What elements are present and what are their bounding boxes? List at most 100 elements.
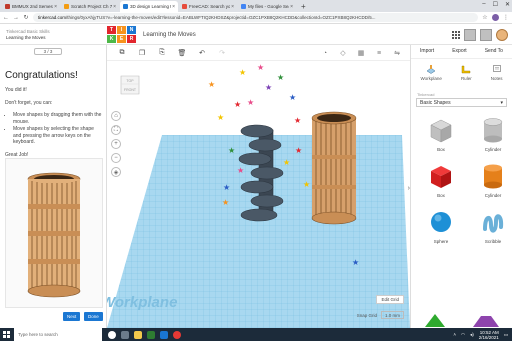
workplane-tool[interactable]: Workplane	[421, 64, 442, 89]
browser-tab[interactable]: Scratch Project Ch 7 Blueprint ×	[61, 1, 119, 12]
cortana-icon[interactable]	[108, 330, 116, 339]
close-window-icon[interactable]: ✕	[505, 1, 510, 8]
star-icon[interactable]: ☆	[482, 14, 488, 21]
shape-box[interactable]: Box	[421, 161, 461, 203]
volume-icon[interactable]: ◂)	[470, 332, 474, 338]
done-button[interactable]: Done	[84, 312, 103, 321]
import-button[interactable]: Import	[420, 48, 434, 58]
tab-close-icon[interactable]: ×	[290, 4, 293, 10]
new-tab-button[interactable]: +	[297, 2, 310, 11]
zoom-in-icon[interactable]: +	[111, 139, 121, 149]
file-explorer-icon[interactable]	[134, 330, 142, 339]
tray-chevron-icon[interactable]: ˄	[453, 332, 456, 337]
fit-view-icon[interactable]: ⛶	[111, 125, 121, 135]
shape-outline-icon[interactable]: ◇	[336, 47, 350, 59]
back-icon[interactable]: ←	[3, 15, 9, 21]
browser-tab[interactable]: FreeCAD: Search your portfolio×	[179, 1, 237, 12]
paste-icon[interactable]: ❐	[135, 47, 149, 59]
ruler-tool[interactable]: Ruler	[461, 64, 472, 89]
tinkercad-logo[interactable]: TIN KER	[107, 26, 136, 43]
snap-grid-select[interactable]: 1.0 mm	[380, 311, 404, 319]
tab-favicon-icon	[182, 4, 187, 9]
lesson-bullets: Move shapes by dragging them with the mo…	[13, 112, 103, 146]
viewcube-front-label: FRONT	[124, 88, 137, 92]
clock[interactable]: 10:52 AM 2/16/2021	[479, 330, 499, 340]
align-icon[interactable]: ≡	[372, 47, 386, 59]
browser-tab[interactable]: BMMUX 2nd Semester Digital Ill×	[2, 1, 60, 12]
logo-tile: E	[117, 35, 126, 43]
gallery-icon[interactable]	[464, 29, 476, 41]
store-icon[interactable]	[147, 330, 155, 339]
tab-favicon-icon	[123, 4, 128, 9]
profile-avatar[interactable]	[492, 14, 499, 21]
url-input[interactable]: tinkercad.com/things/0yxAhjyTUS?v=-learn…	[33, 13, 478, 22]
ortho-view-icon[interactable]: ◈	[111, 167, 121, 177]
box-icon	[431, 166, 451, 188]
user-avatar[interactable]	[496, 29, 508, 41]
shape-label: Cylinder	[484, 147, 502, 152]
browser-tab[interactable]: 3D design Learning the Moves |×	[120, 1, 178, 12]
apps-grid-icon[interactable]	[452, 31, 460, 39]
tab-close-icon[interactable]: ×	[113, 4, 116, 10]
cylinder-icon	[484, 164, 502, 189]
tab-label: My files - Google Search	[248, 4, 289, 9]
taskbar-search-input[interactable]: Type here to search	[14, 328, 102, 341]
tab-close-icon[interactable]: ×	[231, 4, 234, 10]
tab-favicon-icon	[5, 4, 10, 9]
maximize-icon[interactable]: ☐	[493, 1, 498, 8]
shape-label: Box	[437, 147, 445, 152]
helper-tools: Workplane Ruler Notes	[411, 59, 512, 89]
shape-label: Scribble	[484, 239, 502, 244]
shape-grid: Box Cylinder Box Cylinder Sphere Scribbl…	[411, 107, 512, 249]
workplane-scene[interactable]: ★ ★ ★ ★ ★ ★ ★ ★ ★ ★ ★ ★ ★ ★ ★ ★ ★ ★ Workplane	[107, 45, 410, 328]
delete-icon[interactable]: 🗑	[175, 47, 189, 59]
lesson-paragraph: You did it!	[5, 87, 27, 93]
task-view-icon[interactable]	[121, 330, 129, 339]
shape-cylinder[interactable]: Cylinder	[473, 161, 512, 203]
scribble-icon	[483, 214, 504, 233]
svg-text:★: ★	[295, 146, 302, 155]
menu-icon[interactable]: ⋮	[503, 14, 509, 21]
mail-icon[interactable]	[160, 330, 168, 339]
workplane-area[interactable]: ★ ★ ★ ★ ★ ★ ★ ★ ★ ★ ★ ★ ★ ★ ★ ★ ★ ★ Workplane ⧉ ❐…	[107, 45, 410, 328]
tab-close-icon[interactable]: ×	[54, 4, 57, 10]
snap-grid-control: Snap Grid 1.0 mm	[357, 311, 404, 319]
send-to-button[interactable]: Send To	[485, 48, 503, 58]
mirror-icon[interactable]: ⇋	[390, 47, 404, 59]
duplicate-icon[interactable]: ⎘	[155, 47, 169, 59]
shape-box-hole[interactable]: Box	[421, 115, 461, 157]
shape-cylinder-hole[interactable]: Cylinder	[473, 115, 512, 157]
minimize-icon[interactable]: –	[482, 1, 485, 8]
edit-grid-button[interactable]: Edit Grid	[376, 295, 404, 304]
workplane-icon	[426, 65, 436, 74]
shape-category-select[interactable]: Basic Shapes ▾	[416, 98, 507, 107]
redo-icon[interactable]: ↷	[215, 47, 229, 59]
browser-tab[interactable]: My files - Google Search×	[238, 1, 296, 12]
zoom-out-icon[interactable]: −	[111, 153, 121, 163]
group-icon[interactable]: ▦	[354, 47, 368, 59]
shape-scribble[interactable]: Scribble	[473, 207, 512, 249]
view-cube[interactable]: TOP FRONT	[119, 72, 141, 96]
chrome-icon[interactable]	[173, 330, 181, 339]
windows-start-icon[interactable]	[0, 328, 12, 341]
wooden-tower-shape[interactable]	[311, 111, 357, 225]
svg-text:★: ★	[283, 158, 290, 167]
project-title[interactable]: Learning the Moves	[143, 32, 196, 38]
copy-icon[interactable]: ⧉	[115, 47, 129, 59]
notifications-icon[interactable]: ▭	[504, 332, 508, 338]
home-view-icon[interactable]: ⌂	[111, 111, 121, 121]
forward-icon[interactable]: →	[13, 15, 19, 21]
blocks-icon[interactable]	[480, 29, 492, 41]
lesson-bullet: Move shapes by selecting the shape and p…	[13, 126, 103, 146]
lesson-stepper[interactable]: 3 / 3	[34, 48, 62, 55]
tab-label: FreeCAD: Search your portfolio	[189, 4, 231, 9]
notes-tool[interactable]: Notes	[491, 64, 502, 89]
light-bulb-icon[interactable]: ◔	[318, 47, 332, 59]
tab-close-icon[interactable]: ×	[172, 4, 175, 10]
undo-icon[interactable]: ↶	[195, 47, 209, 59]
export-button[interactable]: Export	[452, 48, 466, 58]
shape-sphere[interactable]: Sphere	[421, 207, 461, 249]
wifi-icon[interactable]: ◠	[461, 332, 465, 338]
next-button[interactable]: Next	[63, 312, 81, 321]
reload-icon[interactable]: ↻	[23, 14, 29, 21]
